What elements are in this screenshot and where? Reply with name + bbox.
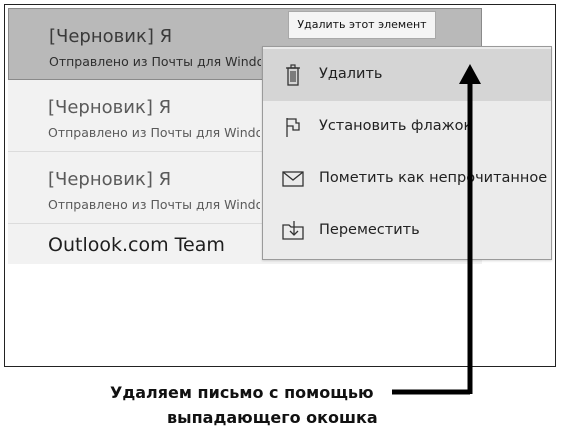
menu-item-label: Удалить — [319, 66, 383, 82]
mail-sender: [Черновик] Я — [48, 97, 172, 118]
menu-item-move[interactable]: Переместить — [263, 205, 551, 257]
envelope-icon — [281, 167, 305, 191]
trash-icon — [281, 63, 305, 87]
mail-preview: Отправлено из Почты для Windows — [48, 197, 260, 212]
menu-item-label: Пометить как непрочитанное — [319, 170, 548, 186]
mail-sender: [Черновик] Я — [48, 169, 172, 190]
mail-sender: [Черновик] Я — [49, 26, 173, 47]
menu-item-flag[interactable]: Установить флажок — [263, 101, 551, 153]
mail-sender: Outlook.com Team — [48, 234, 225, 256]
annotation-caption-line-1: Удаляем письмо с помощью — [110, 383, 374, 402]
mail-preview: Отправлено из Почты для Windows — [49, 54, 261, 69]
annotation-caption-line-2: выпадающего окошка — [167, 408, 378, 427]
mail-preview: Отправлено из Почты для Windows — [48, 125, 260, 140]
delete-tooltip: Удалить этот элемент — [288, 11, 436, 39]
menu-item-mark-unread[interactable]: Пометить как непрочитанное — [263, 153, 551, 205]
move-to-folder-icon — [281, 219, 305, 243]
menu-item-label: Установить флажок — [319, 118, 473, 134]
menu-item-delete[interactable]: Удалить — [263, 49, 551, 101]
context-menu: Удалить Установить флажок Пометить как н… — [262, 46, 552, 260]
flag-icon — [281, 115, 305, 139]
menu-item-label: Переместить — [319, 222, 420, 238]
